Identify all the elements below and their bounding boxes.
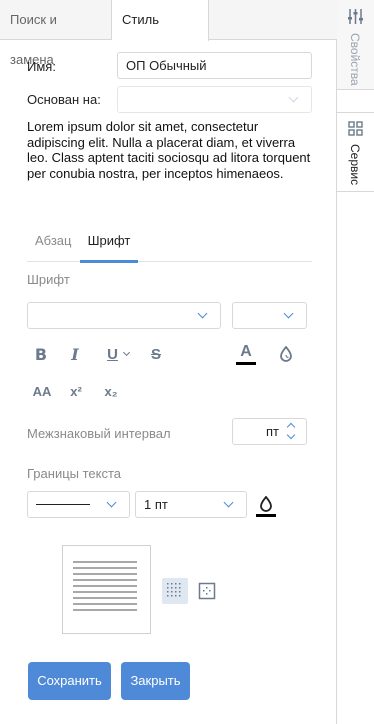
- chevron-down-icon: [283, 308, 294, 319]
- style-name-input[interactable]: ОП Обычный: [117, 52, 312, 79]
- chevron-down-icon: [288, 92, 299, 103]
- chevron-down-icon: [106, 497, 117, 508]
- font-family-select[interactable]: [27, 302, 221, 329]
- save-button[interactable]: Сохранить: [28, 662, 111, 700]
- borders-preview: [62, 545, 151, 634]
- based-on-select[interactable]: [117, 86, 312, 113]
- no-borders-button[interactable]: [162, 578, 188, 604]
- border-style-select[interactable]: [27, 491, 130, 518]
- subscript-icon: x₂: [104, 383, 118, 399]
- font-size-select[interactable]: [232, 302, 307, 329]
- sub-tab-bar: Абзац Шрифт: [27, 228, 312, 263]
- bold-icon: B: [34, 344, 48, 364]
- line-style-preview: [36, 504, 90, 505]
- underline-icon: U: [107, 345, 118, 363]
- strikethrough-icon: S: [150, 345, 161, 363]
- font-color-icon: A: [240, 343, 252, 360]
- spacing-value: пт: [266, 424, 279, 439]
- border-width-value: 1 пт: [144, 497, 168, 512]
- tab-font[interactable]: Шрифт: [80, 228, 138, 263]
- all-caps-icon: AA: [32, 383, 52, 399]
- superscript-icon: x²: [70, 383, 82, 399]
- border-none-icon: [167, 583, 181, 597]
- font-color-swatch: [236, 362, 256, 365]
- close-button[interactable]: Закрыть: [121, 662, 190, 700]
- droplet-icon: [260, 495, 272, 512]
- name-label: Имя:: [27, 59, 56, 74]
- style-preview-text: Lorem ipsum dolor sit amet, consectetur …: [27, 119, 311, 181]
- chevron-down-icon: [197, 308, 208, 319]
- style-name-value: ОП Обычный: [126, 58, 207, 73]
- preview-text-lines: [73, 561, 137, 615]
- tab-search-replace[interactable]: Поиск и замена: [0, 0, 112, 67]
- sliders-icon: [348, 9, 363, 24]
- border-color-swatch: [256, 513, 276, 517]
- grid-icon: [348, 121, 363, 136]
- rail-tab-service[interactable]: Сервис: [337, 112, 374, 192]
- border-color-button[interactable]: [254, 492, 278, 520]
- border-outer-icon: [198, 582, 216, 600]
- italic-button[interactable]: I: [63, 342, 87, 366]
- chevron-down-icon: [223, 497, 234, 508]
- spacing-label: Межзнаковый интервал: [27, 426, 171, 441]
- chevron-down-icon[interactable]: [286, 430, 296, 440]
- border-width-select[interactable]: 1 пт: [135, 491, 247, 518]
- style-panel: Поиск и замена Стиль абзаца Имя: ОП Обыч…: [0, 0, 337, 724]
- all-caps-button[interactable]: AA: [28, 379, 56, 403]
- font-section-title: Шрифт: [27, 272, 70, 287]
- outer-borders-button[interactable]: [194, 578, 220, 604]
- tab-paragraph-style[interactable]: Стиль абзаца: [112, 0, 209, 67]
- rail-service-label: Сервис: [348, 144, 362, 186]
- italic-icon: I: [71, 344, 79, 364]
- rail-tab-properties[interactable]: Свойства: [337, 0, 374, 90]
- underline-button[interactable]: U: [100, 342, 136, 366]
- tab-paragraph[interactable]: Абзац: [35, 228, 71, 262]
- font-color-button[interactable]: A: [234, 340, 258, 368]
- rail-properties-label: Свойства: [348, 33, 362, 86]
- based-on-label: Основан на:: [27, 92, 101, 107]
- bold-button[interactable]: B: [29, 342, 53, 366]
- right-rail: Свойства Сервис: [337, 0, 374, 724]
- strikethrough-button[interactable]: S: [144, 342, 168, 366]
- borders-label: Границы текста: [27, 466, 122, 481]
- droplet-icon: [280, 346, 292, 362]
- subscript-button[interactable]: x₂: [99, 379, 123, 403]
- chevron-down-icon: [122, 348, 130, 356]
- superscript-button[interactable]: x²: [64, 379, 88, 403]
- highlight-color-button[interactable]: [274, 342, 298, 366]
- spacing-stepper[interactable]: пт: [232, 418, 307, 445]
- top-tab-bar: Поиск и замена Стиль абзаца: [0, 0, 337, 67]
